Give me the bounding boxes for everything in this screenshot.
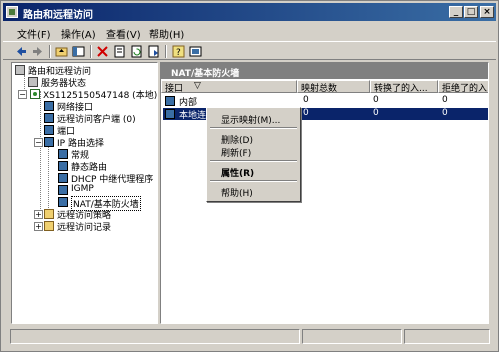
app-window: 路由和远程访问 _ □ × 文件(F) 操作(A) 查看(V) 帮助(H) ? … — [0, 0, 499, 352]
menu-separator — [210, 180, 297, 182]
context-item-show-mappings[interactable]: 显示映射(M)... — [221, 113, 280, 126]
interface-icon — [165, 109, 175, 119]
interface-icon — [165, 96, 175, 106]
toolbar: ? — [3, 41, 496, 60]
cell-mappings: 0 — [303, 95, 309, 105]
table-row[interactable]: 内部 0 0 0 — [163, 95, 488, 108]
sort-arrow-icon: ▽ — [194, 81, 201, 91]
svg-text:?: ? — [176, 48, 181, 58]
ip-routing-icon — [44, 137, 54, 147]
window-title: 路由和远程访问 — [23, 10, 93, 21]
status-cell-tertiary — [404, 329, 490, 344]
details-header-title: NAT/基本防火墙 — [171, 69, 240, 79]
up-folder-icon[interactable] — [55, 45, 68, 58]
toolbar-separator — [90, 45, 92, 58]
menu-bar: 文件(F) 操作(A) 查看(V) 帮助(H) — [3, 23, 496, 41]
maximize-button[interactable]: □ — [464, 6, 478, 18]
status-cell-secondary — [302, 329, 402, 344]
dhcp-relay-icon — [58, 173, 68, 183]
toolbar-separator — [49, 45, 51, 58]
cell-inbound-translated: 0 — [373, 95, 379, 105]
column-label: 转换了的入... — [374, 84, 428, 93]
menu-separator — [210, 127, 297, 129]
column-header-inbound-translated[interactable]: 转换了的入... — [370, 80, 438, 93]
server-icon — [28, 77, 38, 87]
menu-separator — [210, 160, 297, 162]
show-hide-tree-icon[interactable] — [72, 45, 85, 58]
context-item-delete[interactable]: 删除(D) — [221, 133, 253, 146]
column-header-inbound-rejected[interactable]: 拒绝了的入... — [438, 80, 489, 93]
expand-toggle[interactable]: + — [34, 210, 43, 219]
column-label: 映射总数 — [301, 84, 338, 93]
menu-help[interactable]: 帮助(H) — [149, 26, 184, 41]
close-button[interactable]: × — [480, 6, 494, 18]
cell-mappings: 0 — [303, 108, 309, 118]
tree-item-label: IGMP — [71, 184, 94, 194]
context-item-properties[interactable]: 属性(R) — [221, 166, 254, 179]
menu-file[interactable]: 文件(F) — [17, 26, 51, 41]
title-bar[interactable]: 路由和远程访问 _ □ × — [3, 3, 496, 21]
column-header-interface[interactable]: 接口 ▽ — [161, 80, 297, 93]
status-cell-main — [10, 329, 300, 344]
nat-firewall-icon — [58, 197, 68, 207]
folder-icon — [44, 221, 54, 231]
column-header-mappings[interactable]: 映射总数 — [297, 80, 370, 93]
tree-item-label: 远程访问记录 — [57, 223, 112, 233]
network-interface-icon — [44, 101, 54, 111]
export-list-icon[interactable] — [147, 45, 160, 58]
menu-view[interactable]: 查看(V) — [106, 26, 141, 41]
cell-inbound-rejected: 0 — [442, 95, 448, 105]
properties-icon[interactable] — [113, 45, 126, 58]
context-item-help[interactable]: 帮助(H) — [221, 186, 253, 199]
toolbar-separator — [165, 45, 167, 58]
ports-icon — [44, 125, 54, 135]
minimize-button[interactable]: _ — [449, 6, 463, 18]
status-bar — [3, 328, 496, 346]
static-routes-icon — [58, 161, 68, 171]
refresh-icon[interactable] — [130, 45, 143, 58]
delete-icon[interactable] — [96, 45, 109, 58]
menu-action[interactable]: 操作(A) — [61, 26, 96, 41]
details-header: NAT/基本防火墙 — [161, 63, 488, 79]
remote-clients-icon — [44, 113, 54, 123]
column-label: 拒绝了的入... — [442, 84, 489, 93]
forward-icon[interactable] — [31, 45, 44, 58]
policies-icon — [44, 209, 54, 219]
expand-toggle[interactable]: + — [34, 222, 43, 231]
column-label: 接口 — [165, 84, 184, 93]
context-menu: 显示映射(M)... 删除(D) 刷新(F) 属性(R) 帮助(H) — [206, 107, 301, 202]
cell-inbound-translated: 0 — [373, 108, 379, 118]
context-item-refresh[interactable]: 刷新(F) — [221, 146, 251, 159]
general-icon — [58, 149, 68, 159]
routing-root-icon — [15, 65, 25, 75]
cell-interface: 内部 — [179, 98, 198, 108]
collapse-toggle[interactable]: − — [34, 138, 43, 147]
cell-inbound-rejected: 0 — [442, 108, 448, 118]
igmp-icon — [58, 185, 68, 195]
console-icon[interactable] — [189, 45, 202, 58]
help-icon[interactable]: ? — [172, 45, 185, 58]
back-icon[interactable] — [15, 45, 28, 58]
server-running-icon — [30, 89, 40, 99]
routing-app-icon — [6, 6, 18, 18]
console-tree: 路由和远程访问 服务器状态 − XS1125150547148 (本地) 网络接… — [11, 62, 158, 324]
collapse-toggle[interactable]: − — [18, 90, 27, 99]
